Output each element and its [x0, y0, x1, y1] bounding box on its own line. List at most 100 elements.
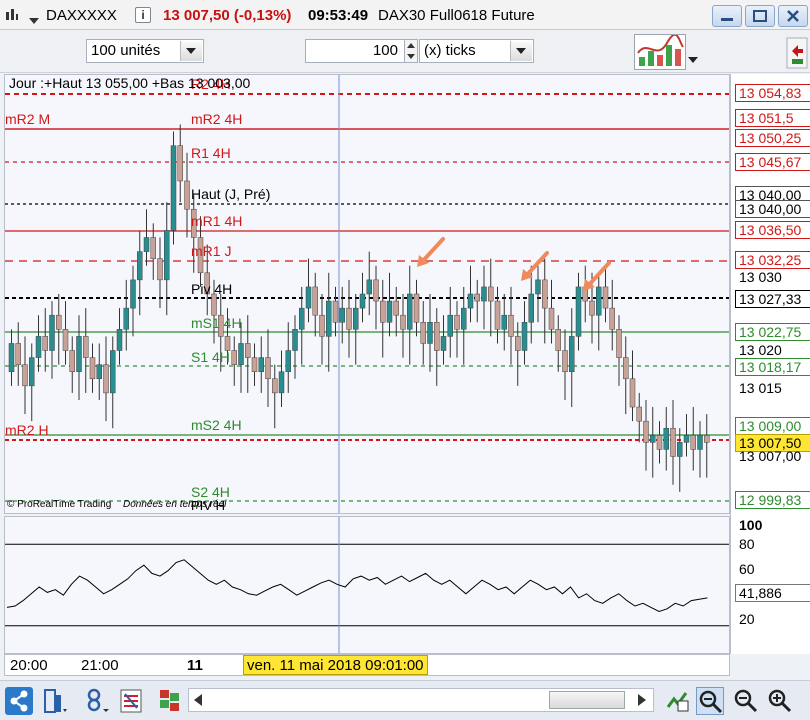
day-high-low-label: Jour :+Haut 13 055,00 +Bas 13 003,00 — [9, 75, 251, 91]
level-label-s1-4h: S1 4H — [191, 349, 230, 365]
candle — [332, 286, 339, 337]
candle — [29, 343, 35, 422]
candle — [562, 329, 568, 400]
candle-body — [83, 336, 89, 358]
chevron-down-icon[interactable] — [510, 41, 532, 61]
strategy-button[interactable] — [634, 33, 686, 70]
time-label: 20:00 — [10, 657, 48, 674]
price-tick-label: 13 015 — [739, 380, 782, 396]
time-axis[interactable]: 20:00 21:00 11 ven. 11 mai 2018 09:01:00 — [4, 654, 730, 676]
minimize-button[interactable] — [712, 5, 742, 27]
price-change: 13 007,50 (-0,13%) — [163, 7, 292, 24]
candle-body — [629, 378, 636, 408]
candle — [494, 286, 501, 344]
ticks-spinner-icon[interactable] — [404, 39, 418, 63]
oscillator-chart[interactable] — [5, 517, 729, 653]
indicator-button[interactable] — [42, 687, 70, 715]
candle-body — [231, 350, 237, 365]
bottom-toolbar — [0, 680, 810, 720]
draw-button[interactable] — [664, 687, 692, 715]
oscillator-panel[interactable] — [4, 516, 730, 654]
level-label-mr2-m: mR2 M — [5, 111, 51, 127]
candle-body — [373, 279, 379, 302]
candle — [116, 308, 123, 365]
arrow-annotation-icon — [417, 237, 445, 267]
zoom-fit-button[interactable] — [696, 687, 724, 715]
strategy-dropdown-icon[interactable] — [688, 51, 698, 66]
candle-body — [488, 286, 494, 302]
chart-area[interactable]: R2 4H mR2 MmR2 4H R1 4H Haut (J, Pré) mR1 4H… — [4, 74, 810, 654]
candle-body — [319, 314, 325, 337]
instrument-name[interactable]: DAXXXXX — [46, 7, 117, 24]
level-label-mr2-h: mR2 H — [5, 422, 49, 438]
order-toolbar: 100 unités 100 (x) ticks — [0, 31, 810, 73]
panel-toggle-icon[interactable] — [786, 37, 808, 69]
report-button[interactable] — [118, 687, 146, 715]
share-button[interactable] — [5, 687, 33, 715]
candle — [501, 294, 507, 351]
candle-body — [656, 435, 663, 450]
price-axis[interactable]: 13 03013 02513 02013 01513 054,8313 051,… — [730, 74, 810, 654]
ticks-unit-label: (x) ticks — [424, 42, 476, 59]
chevron-down-icon[interactable] — [180, 41, 202, 61]
orders-icon — [160, 690, 179, 711]
ticks-input[interactable]: 100 — [305, 39, 405, 63]
candle-body — [346, 307, 352, 330]
info-icon[interactable]: i — [135, 7, 151, 23]
candle — [656, 421, 663, 464]
candle — [245, 315, 251, 393]
candle-body — [562, 350, 568, 372]
ticks-unit-select[interactable]: (x) ticks — [419, 39, 534, 63]
candle — [420, 301, 426, 365]
candle-body — [704, 435, 710, 443]
chart-scrollbar[interactable] — [188, 688, 654, 712]
candle-body — [602, 286, 609, 309]
candle — [326, 272, 332, 372]
price-tick-label: 13 020 — [739, 342, 782, 358]
candle — [393, 286, 399, 337]
maximize-button[interactable] — [745, 5, 775, 27]
price-tick-label: 13 007,00 — [739, 448, 802, 464]
zoom-in-button[interactable] — [766, 687, 794, 715]
candle-body — [15, 343, 21, 365]
scroll-left-icon[interactable] — [191, 692, 205, 708]
candle — [170, 131, 177, 245]
candle — [285, 322, 291, 393]
candle-body — [555, 329, 561, 351]
zoom-out-button[interactable] — [732, 687, 760, 715]
candle-body — [494, 300, 501, 330]
candle — [643, 399, 649, 471]
candle — [35, 315, 42, 372]
candle-body — [22, 364, 28, 387]
candle — [535, 265, 541, 323]
chart-type-icon[interactable] — [5, 8, 19, 22]
scroll-right-icon[interactable] — [635, 692, 649, 708]
candle — [103, 336, 109, 422]
price-panel[interactable]: R2 4H mR2 MmR2 4H R1 4H Haut (J, Pré) mR1 4H… — [4, 74, 730, 514]
indicator-icon — [44, 689, 67, 713]
orders-button[interactable] — [156, 687, 184, 715]
candle-body — [670, 427, 676, 457]
candle — [616, 315, 622, 386]
candle — [650, 407, 656, 478]
price-chart[interactable] — [5, 75, 729, 513]
link-button[interactable] — [84, 687, 112, 715]
price-level-box: 13 009,00 — [735, 417, 810, 435]
level-label-mr1-4h: mR1 4H — [191, 213, 243, 229]
candle — [454, 301, 460, 358]
oscillator-line — [6, 559, 708, 613]
candle — [427, 294, 433, 372]
candle-body — [8, 343, 15, 372]
candle — [346, 279, 352, 358]
draw-icon — [666, 692, 689, 712]
close-button[interactable] — [778, 5, 808, 27]
time-label: 21:00 — [81, 657, 119, 674]
quantity-select[interactable]: 100 unités — [86, 39, 204, 63]
candle — [177, 124, 183, 203]
candle-body — [535, 279, 541, 295]
candle — [137, 230, 143, 316]
scroll-thumb[interactable] — [549, 691, 625, 709]
candle-body — [103, 364, 109, 394]
chart-type-dropdown-icon[interactable] — [29, 12, 39, 27]
price-level-box: 13 036,50 — [735, 221, 810, 239]
